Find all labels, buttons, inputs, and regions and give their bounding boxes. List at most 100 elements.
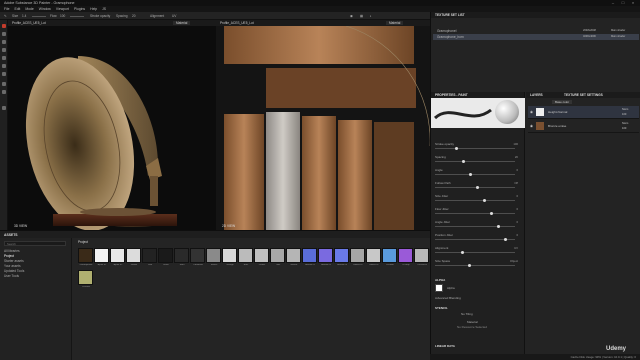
advanced-blending-toggle[interactable]: Advanced Blending <box>435 296 461 300</box>
property-slider[interactable] <box>435 251 515 254</box>
asset-thumbnail[interactable] <box>414 248 429 263</box>
asset-thumbnail[interactable] <box>190 248 205 263</box>
slider-knob[interactable] <box>455 147 458 150</box>
flow-value[interactable]: 100 <box>60 13 65 19</box>
bake-icon[interactable] <box>2 106 6 110</box>
asset-thumbnail[interactable] <box>350 248 365 263</box>
property-slider[interactable] <box>435 186 515 189</box>
property-value[interactable]: 0 <box>516 168 518 172</box>
asset-thumbnail[interactable] <box>398 248 413 263</box>
slider-knob[interactable] <box>504 238 507 241</box>
property-slider[interactable] <box>435 225 515 228</box>
asset-thumbnail[interactable] <box>302 248 317 263</box>
asset-thumbnail[interactable] <box>110 248 125 263</box>
property-value[interactable]: 100 <box>513 142 518 146</box>
slider-knob[interactable] <box>461 251 464 254</box>
layer-opacity[interactable]: 100 <box>622 127 626 130</box>
asset-thumbnail[interactable] <box>142 248 157 263</box>
asset-thumbnail[interactable] <box>126 248 141 263</box>
asset-thumbnail[interactable] <box>334 248 349 263</box>
library-item-project[interactable]: Project <box>4 254 14 258</box>
asset-thumbnail[interactable] <box>254 248 269 263</box>
paint-brush-icon[interactable] <box>2 24 6 28</box>
property-value[interactable]: 0 <box>516 220 518 224</box>
property-slider[interactable] <box>435 173 515 176</box>
spacing-value[interactable]: 20 <box>132 13 136 19</box>
property-slider[interactable] <box>435 160 515 163</box>
alignment-value[interactable]: UV <box>172 13 176 19</box>
library-item-updated[interactable]: Updated Tools <box>4 269 24 273</box>
eraser-icon[interactable] <box>2 32 6 36</box>
slider-knob[interactable] <box>462 160 465 163</box>
picker-icon[interactable] <box>2 72 6 76</box>
property-value[interactable]: Off <box>514 181 518 185</box>
grid-icon[interactable]: ▦ <box>360 13 363 19</box>
asset-thumbnail[interactable] <box>78 270 93 285</box>
asset-thumbnail[interactable] <box>206 248 221 263</box>
layer-opacity[interactable]: 100 <box>622 113 626 116</box>
smudge-icon[interactable] <box>2 56 6 60</box>
asset-thumbnail[interactable] <box>78 248 93 263</box>
polygon-fill-icon[interactable] <box>2 82 6 86</box>
brush-icon[interactable]: ✎ <box>4 13 7 19</box>
slider-knob[interactable] <box>468 264 471 267</box>
asset-thumbnail[interactable] <box>270 248 285 263</box>
viewport-2d[interactable]: Profile_ACES_UE5_Lut Material 2D VIEW <box>216 20 430 230</box>
size-value[interactable]: 1.4 <box>22 13 26 19</box>
property-slider[interactable] <box>435 212 515 215</box>
property-slider[interactable] <box>435 264 515 267</box>
texture-set-settings-tab[interactable]: TEXTURE SET SETTINGS <box>564 93 603 97</box>
channel-mode-select[interactable]: Base color <box>552 100 573 104</box>
asset-thumbnail[interactable] <box>382 248 397 263</box>
library-item-all[interactable]: All libraries <box>4 249 20 253</box>
alpha-thumb[interactable] <box>435 284 443 292</box>
layer-blend[interactable]: Norm <box>622 108 628 111</box>
asset-thumbnail[interactable] <box>286 248 301 263</box>
viewport-3d[interactable]: Profile_ACES_UE5_Lut Material 3D VIEW <box>8 20 216 230</box>
property-slider[interactable] <box>435 199 515 202</box>
layer-row[interactable]: ◉ Bronze emise Norm 100 <box>528 120 639 133</box>
property-value[interactable]: Object <box>510 259 518 263</box>
asset-thumbnail[interactable] <box>318 248 333 263</box>
viewport-3d-mode[interactable]: Material <box>173 21 191 25</box>
asset-thumbnail[interactable] <box>94 248 109 263</box>
slider-knob[interactable] <box>483 199 486 202</box>
asset-thumbnail[interactable] <box>158 248 173 263</box>
render-icon[interactable]: ◐ <box>370 13 372 19</box>
clone-icon[interactable] <box>2 64 6 68</box>
assets-tab-project[interactable]: Project <box>78 240 88 244</box>
text-tool-icon[interactable] <box>2 90 6 94</box>
texture-set-row[interactable]: Gramophone_horn 4096x4096 Main shader <box>433 34 639 40</box>
asset-thumbnail[interactable] <box>366 248 381 263</box>
layer-blend[interactable]: Norm <box>622 122 628 125</box>
library-item-user[interactable]: User Tools <box>4 274 19 278</box>
layers-title[interactable]: LAYERS <box>530 93 543 97</box>
property-value[interactable]: 0 <box>516 233 518 237</box>
slider-knob[interactable] <box>490 212 493 215</box>
property-value[interactable]: 20 <box>515 155 518 159</box>
library-item-starter[interactable]: Starter assets <box>4 259 24 263</box>
asset-thumbnail[interactable] <box>238 248 253 263</box>
geometry-fill-icon[interactable] <box>2 48 6 52</box>
slider-knob[interactable] <box>476 186 479 189</box>
property-slider[interactable] <box>435 147 515 150</box>
slider-knob[interactable] <box>469 173 472 176</box>
viewport-2d-mode[interactable]: Material <box>386 21 404 25</box>
stencil-tiling-value[interactable]: No Tiling <box>461 312 473 316</box>
property-value[interactable]: UV <box>514 246 518 250</box>
eye-icon[interactable]: ◉ <box>530 110 533 114</box>
asset-thumbnail[interactable] <box>222 248 237 263</box>
flow-slider[interactable] <box>70 16 84 17</box>
property-value[interactable]: 0 <box>516 207 518 211</box>
property-value[interactable]: 0 <box>516 194 518 198</box>
eye-icon[interactable]: ◉ <box>530 124 533 128</box>
camera-icon[interactable]: ◉ <box>350 13 353 19</box>
library-item-yours[interactable]: Your assets <box>4 264 21 268</box>
size-slider[interactable] <box>32 16 46 17</box>
property-slider[interactable] <box>435 238 515 241</box>
asset-thumbnail[interactable] <box>174 248 189 263</box>
projection-icon[interactable] <box>2 40 6 44</box>
slider-knob[interactable] <box>497 225 500 228</box>
layer-row[interactable]: ◉ Height-Normal Norm 100 <box>528 106 639 119</box>
assets-search-input[interactable]: Search <box>4 241 66 246</box>
